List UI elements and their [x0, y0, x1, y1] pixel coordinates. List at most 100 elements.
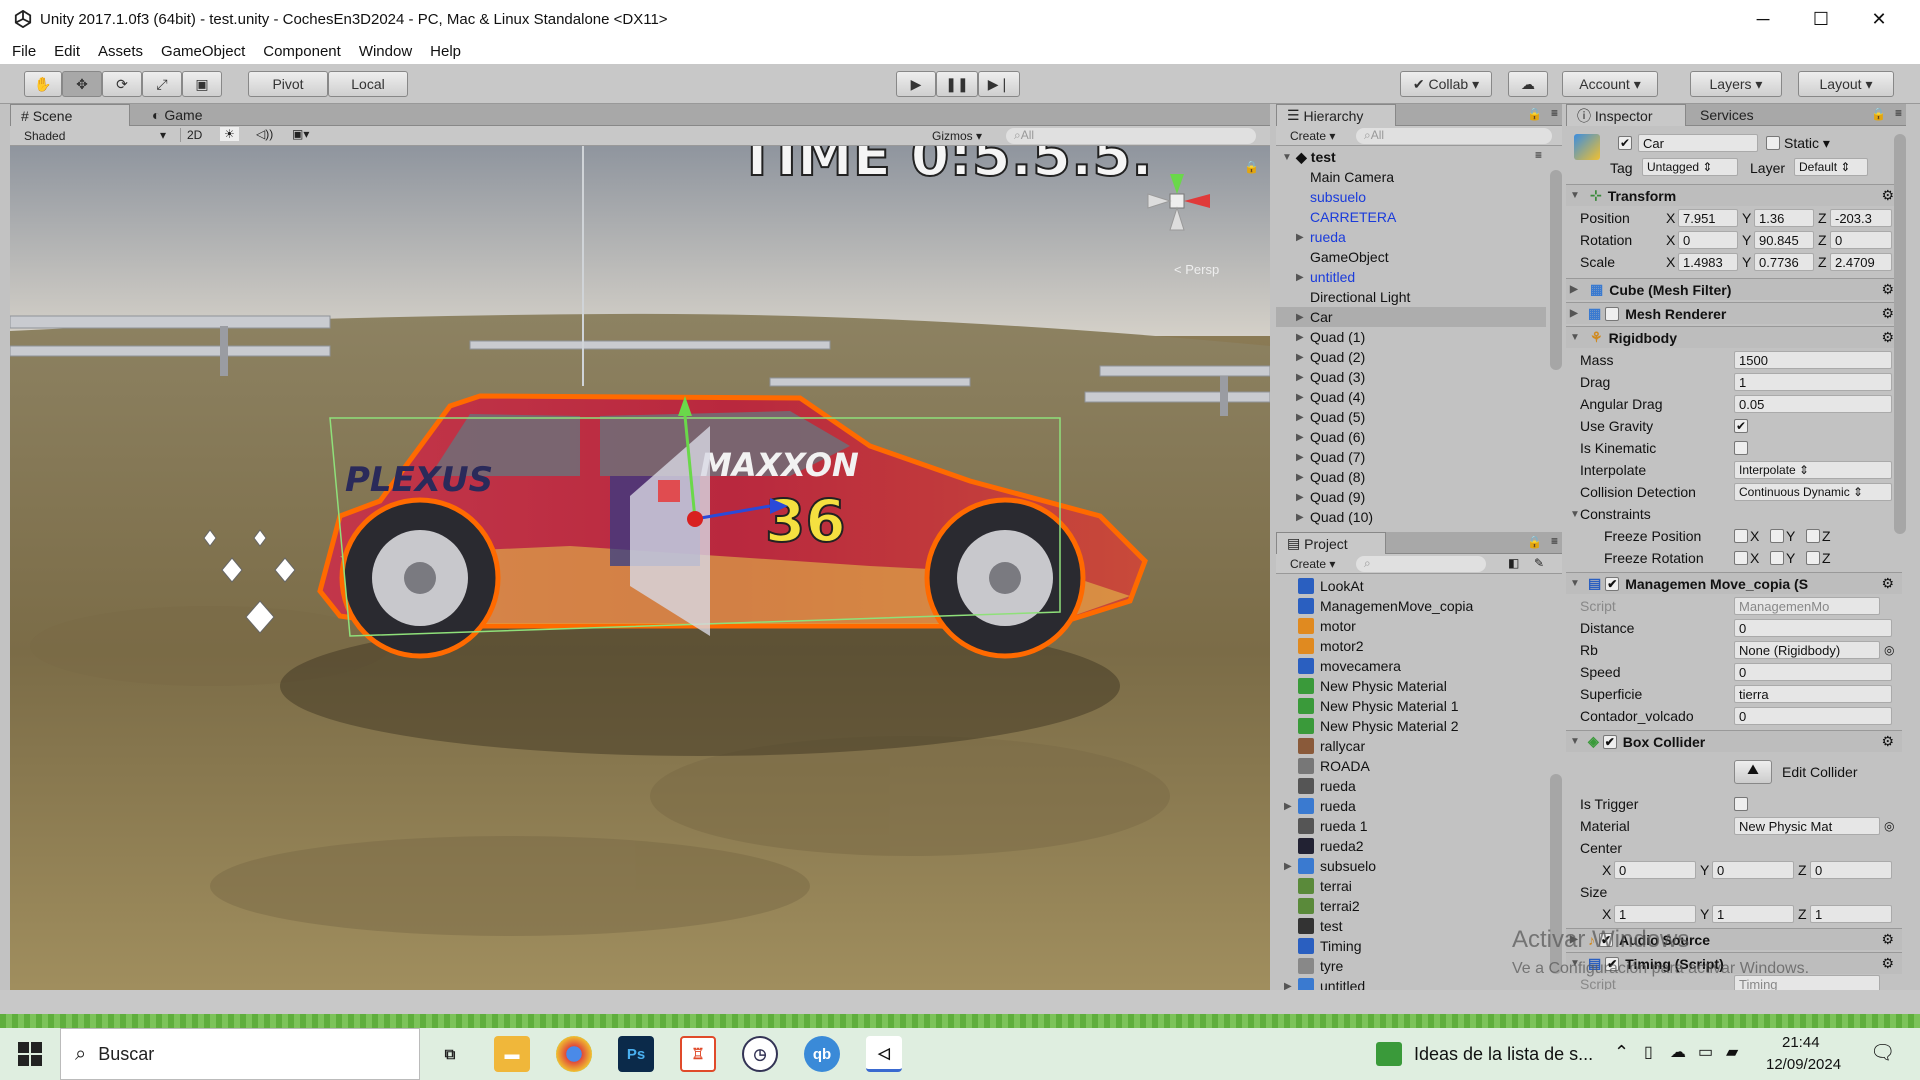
inspector-menu-icon[interactable]: ≡: [1895, 106, 1902, 120]
project-asset-item[interactable]: ▶ subsuelo: [1276, 856, 1376, 876]
expand-arrow-icon[interactable]: ▶: [1296, 432, 1310, 443]
is-kinematic-checkbox[interactable]: [1734, 441, 1748, 455]
menu-file[interactable]: File: [12, 43, 36, 60]
project-asset-item[interactable]: ▶ untitled: [1276, 976, 1365, 990]
mesh-renderer-checkbox[interactable]: [1605, 306, 1620, 321]
taskbar-date[interactable]: 12/09/2024: [1766, 1056, 1841, 1073]
project-asset-item[interactable]: motor: [1276, 616, 1356, 636]
freeze-rotation-x-checkbox[interactable]: [1734, 551, 1748, 565]
project-asset-item[interactable]: New Physic Material 2: [1276, 716, 1459, 736]
rb-object-field[interactable]: None (Rigidbody): [1734, 641, 1880, 659]
tab-scene[interactable]: # Scene: [10, 104, 130, 126]
project-asset-item[interactable]: ROADA: [1276, 756, 1370, 776]
qbittorrent-icon[interactable]: qb: [804, 1036, 840, 1072]
scene-search-input[interactable]: ⌕All: [1006, 128, 1256, 144]
menu-gameobject[interactable]: GameObject: [161, 43, 245, 60]
scale-x-field[interactable]: 1.4983: [1678, 253, 1738, 271]
project-create-button[interactable]: Create ▾: [1290, 557, 1335, 571]
distance-field[interactable]: 0: [1734, 619, 1892, 637]
taskbar-search-box[interactable]: ⌕ Buscar: [60, 1028, 420, 1080]
menu-help[interactable]: Help: [430, 43, 461, 60]
lighting-toggle-icon[interactable]: ☀: [220, 127, 239, 141]
hierarchy-item[interactable]: ▶ Quad (10): [1276, 507, 1546, 527]
filter-type-icon[interactable]: ◧: [1508, 556, 1519, 570]
hierarchy-menu-icon[interactable]: ≡: [1551, 106, 1558, 120]
hierarchy-item[interactable]: ▶ Quad (4): [1276, 387, 1546, 407]
transform-settings-icon[interactable]: ⚙: [1881, 187, 1894, 204]
collision-detection-dropdown[interactable]: Continuous Dynamic ⇕: [1734, 483, 1892, 501]
play-icon[interactable]: ▶: [896, 71, 936, 97]
inspector-lock-icon[interactable]: 🔒: [1871, 107, 1886, 121]
project-asset-item[interactable]: New Physic Material: [1276, 676, 1447, 696]
script-component-checkbox[interactable]: ✔: [1605, 576, 1620, 591]
layout-dropdown[interactable]: Layout ▾: [1798, 71, 1894, 97]
project-asset-item[interactable]: LookAt: [1276, 576, 1364, 596]
maximize-button[interactable]: ☐: [1792, 0, 1850, 38]
center-z-field[interactable]: 0: [1810, 861, 1892, 879]
hierarchy-item[interactable]: ▶ Quad (9): [1276, 487, 1546, 507]
box-collider-settings-icon[interactable]: ⚙: [1881, 733, 1894, 750]
expand-arrow-icon[interactable]: ▶: [1296, 332, 1310, 343]
menu-component[interactable]: Component: [263, 43, 341, 60]
shading-mode-dropdown[interactable]: Shaded: [24, 129, 65, 143]
interpolate-dropdown[interactable]: Interpolate ⇕: [1734, 461, 1892, 479]
mesh-filter-header[interactable]: ▶ ▦ Cube (Mesh Filter) ⚙: [1566, 278, 1902, 300]
box-collider-header[interactable]: ▼ ◈ ✔ Box Collider ⚙: [1566, 730, 1902, 752]
expand-arrow-icon[interactable]: ▶: [1296, 412, 1310, 423]
taskbar-time[interactable]: 21:44: [1782, 1034, 1820, 1051]
freeze-position-x-checkbox[interactable]: [1734, 529, 1748, 543]
hierarchy-lock-icon[interactable]: 🔒: [1527, 107, 1542, 121]
gameobject-active-checkbox[interactable]: ✔: [1618, 136, 1632, 150]
static-dropdown[interactable]: Static ▾: [1784, 135, 1830, 152]
project-asset-item[interactable]: ManagemenMove_copia: [1276, 596, 1473, 616]
expand-arrow-icon[interactable]: ▶: [1296, 392, 1310, 403]
project-asset-item[interactable]: tyre: [1276, 956, 1343, 976]
project-asset-item[interactable]: test: [1276, 916, 1343, 936]
project-menu-icon[interactable]: ≡: [1551, 534, 1558, 548]
script-component-settings-icon[interactable]: ⚙: [1881, 575, 1894, 592]
tray-cloud-icon[interactable]: ☁: [1670, 1042, 1686, 1062]
close-button[interactable]: ✕: [1850, 0, 1908, 38]
pivot-button[interactable]: Pivot: [248, 71, 328, 97]
expand-arrow-icon[interactable]: ▶: [1296, 352, 1310, 363]
superficie-field[interactable]: tierra: [1734, 685, 1892, 703]
tag-dropdown[interactable]: Untagged ⇕: [1642, 158, 1738, 176]
timing-settings-icon[interactable]: ⚙: [1881, 955, 1894, 972]
hierarchy-item[interactable]: ▶ Quad (5): [1276, 407, 1546, 427]
notifications-icon[interactable]: 🗨: [1870, 1040, 1895, 1065]
pause-icon[interactable]: ❚❚: [936, 71, 978, 97]
hierarchy-item[interactable]: ▶ Quad (6): [1276, 427, 1546, 447]
hierarchy-scrollbar[interactable]: [1550, 170, 1562, 370]
hierarchy-item[interactable]: Main Camera: [1276, 167, 1546, 187]
rect-tool-icon[interactable]: ▣: [182, 71, 222, 97]
tab-hierarchy[interactable]: ☰ Hierarchy: [1276, 104, 1396, 126]
edit-collider-button[interactable]: ⛰: [1734, 760, 1772, 784]
expand-arrow-icon[interactable]: ▶: [1296, 512, 1310, 523]
tab-game[interactable]: ◐ Game: [142, 104, 212, 126]
tray-display-icon[interactable]: ▭: [1698, 1042, 1713, 1062]
minimize-button[interactable]: ─: [1734, 0, 1792, 38]
project-asset-item[interactable]: ▶ rueda: [1276, 796, 1356, 816]
chrome-icon[interactable]: [556, 1036, 592, 1072]
hierarchy-item[interactable]: ▶ rueda: [1276, 227, 1546, 247]
contador-volcado-field[interactable]: 0: [1734, 707, 1892, 725]
rigidbody-header[interactable]: ▼ ⚘ Rigidbody ⚙: [1566, 326, 1902, 348]
collab-button[interactable]: ✔ Collab ▾: [1400, 71, 1492, 97]
mass-field[interactable]: 1500: [1734, 351, 1892, 369]
freeze-position-y-checkbox[interactable]: [1770, 529, 1784, 543]
static-checkbox[interactable]: [1766, 136, 1780, 150]
position-z-field[interactable]: -203.3: [1830, 209, 1892, 227]
rotate-tool-icon[interactable]: ⟳: [102, 71, 142, 97]
local-button[interactable]: Local: [328, 71, 408, 97]
center-x-field[interactable]: 0: [1614, 861, 1696, 879]
mesh-renderer-settings-icon[interactable]: ⚙: [1881, 305, 1894, 322]
menu-assets[interactable]: Assets: [98, 43, 143, 60]
scene-menu-icon[interactable]: ≡: [1535, 148, 1542, 162]
audio-source-settings-icon[interactable]: ⚙: [1881, 931, 1894, 948]
effects-toggle-icon[interactable]: ▣▾: [292, 127, 309, 141]
layers-dropdown[interactable]: Layers ▾: [1690, 71, 1782, 97]
tray-battery-icon[interactable]: ▰: [1726, 1042, 1738, 1062]
expand-arrow-icon[interactable]: ▶: [1296, 472, 1310, 483]
hierarchy-item[interactable]: ▶ Quad (3): [1276, 367, 1546, 387]
scene-view[interactable]: MAXXON 36 PLEXUS TIME 0:5.5.5. < Persp 🔒: [10, 146, 1270, 990]
